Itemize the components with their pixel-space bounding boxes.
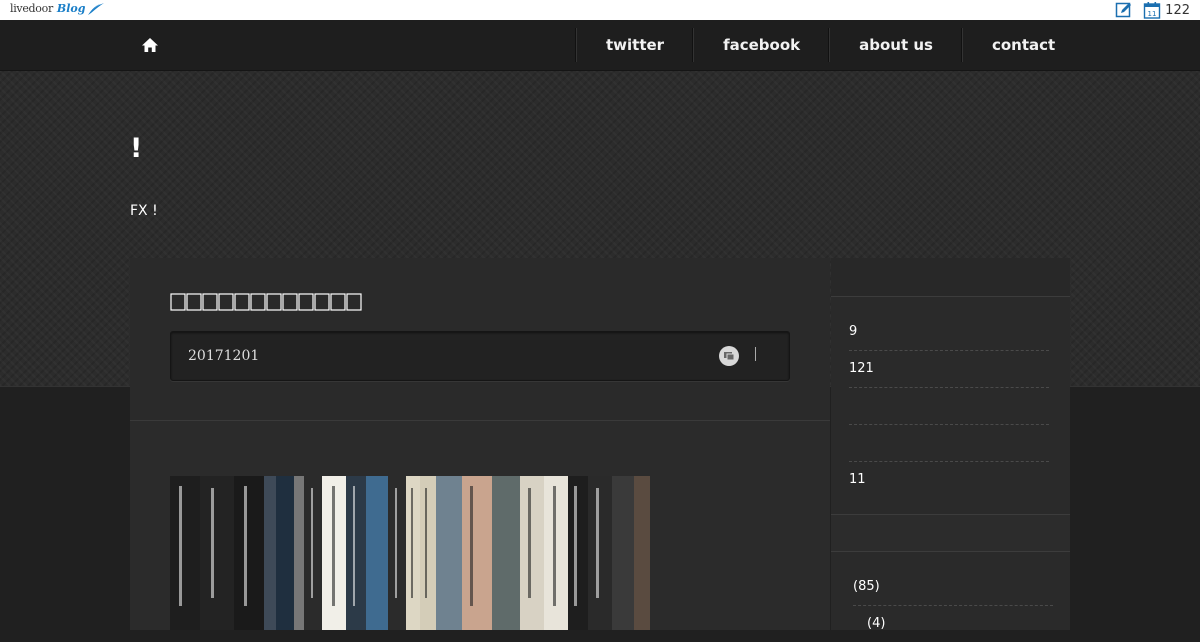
- sidebar-item[interactable]: 11: [849, 462, 1049, 498]
- nav-twitter[interactable]: twitter: [576, 28, 693, 62]
- nav-facebook[interactable]: facebook: [693, 28, 829, 62]
- meta-separator: [755, 347, 756, 361]
- pencil-icon[interactable]: [1115, 1, 1133, 19]
- home-icon[interactable]: [141, 37, 159, 53]
- comment-icon[interactable]: [719, 346, 739, 366]
- article-header: 20171201: [130, 258, 830, 421]
- article-date: 20171201: [188, 348, 260, 364]
- sidebar-item[interactable]: 121: [849, 351, 1049, 388]
- article-meta: 20171201: [170, 331, 790, 381]
- nav-contact[interactable]: contact: [961, 28, 1084, 62]
- sidebar-item[interactable]: [849, 425, 1049, 462]
- article-title[interactable]: [170, 290, 366, 321]
- article-title-glyphs: [170, 293, 362, 311]
- sidebar: 9 121 11 (85) (4): [831, 258, 1070, 631]
- calendar-icon[interactable]: 11: [1143, 1, 1161, 19]
- calendar-day: 11: [1148, 10, 1157, 18]
- bird-logo-icon: [88, 3, 105, 15]
- sidebar-heading: [831, 258, 1070, 297]
- article: 20171201: [130, 258, 830, 630]
- site-description: FX !: [130, 203, 158, 219]
- category-item[interactable]: (4): [867, 606, 1067, 642]
- sidebar-item[interactable]: [849, 388, 1049, 425]
- post-count[interactable]: 122: [1165, 3, 1190, 18]
- site-title[interactable]: !: [130, 132, 142, 166]
- article-body: [130, 421, 830, 630]
- livedoor-blog-logo[interactable]: livedoor Blog: [10, 2, 105, 18]
- nav-about-us[interactable]: about us: [829, 28, 962, 62]
- sidebar-heading-categories: [831, 514, 1070, 552]
- books-image: [170, 476, 650, 630]
- sidebar-item[interactable]: 9: [849, 314, 1049, 351]
- livedoor-toolbar: livedoor Blog 11 122: [0, 0, 1200, 20]
- category-item[interactable]: (85): [853, 569, 1053, 606]
- main-nav: twitter facebook about us contact: [0, 20, 1200, 71]
- logo-blog-text: Blog: [56, 2, 86, 15]
- logo-text: livedoor: [10, 2, 53, 15]
